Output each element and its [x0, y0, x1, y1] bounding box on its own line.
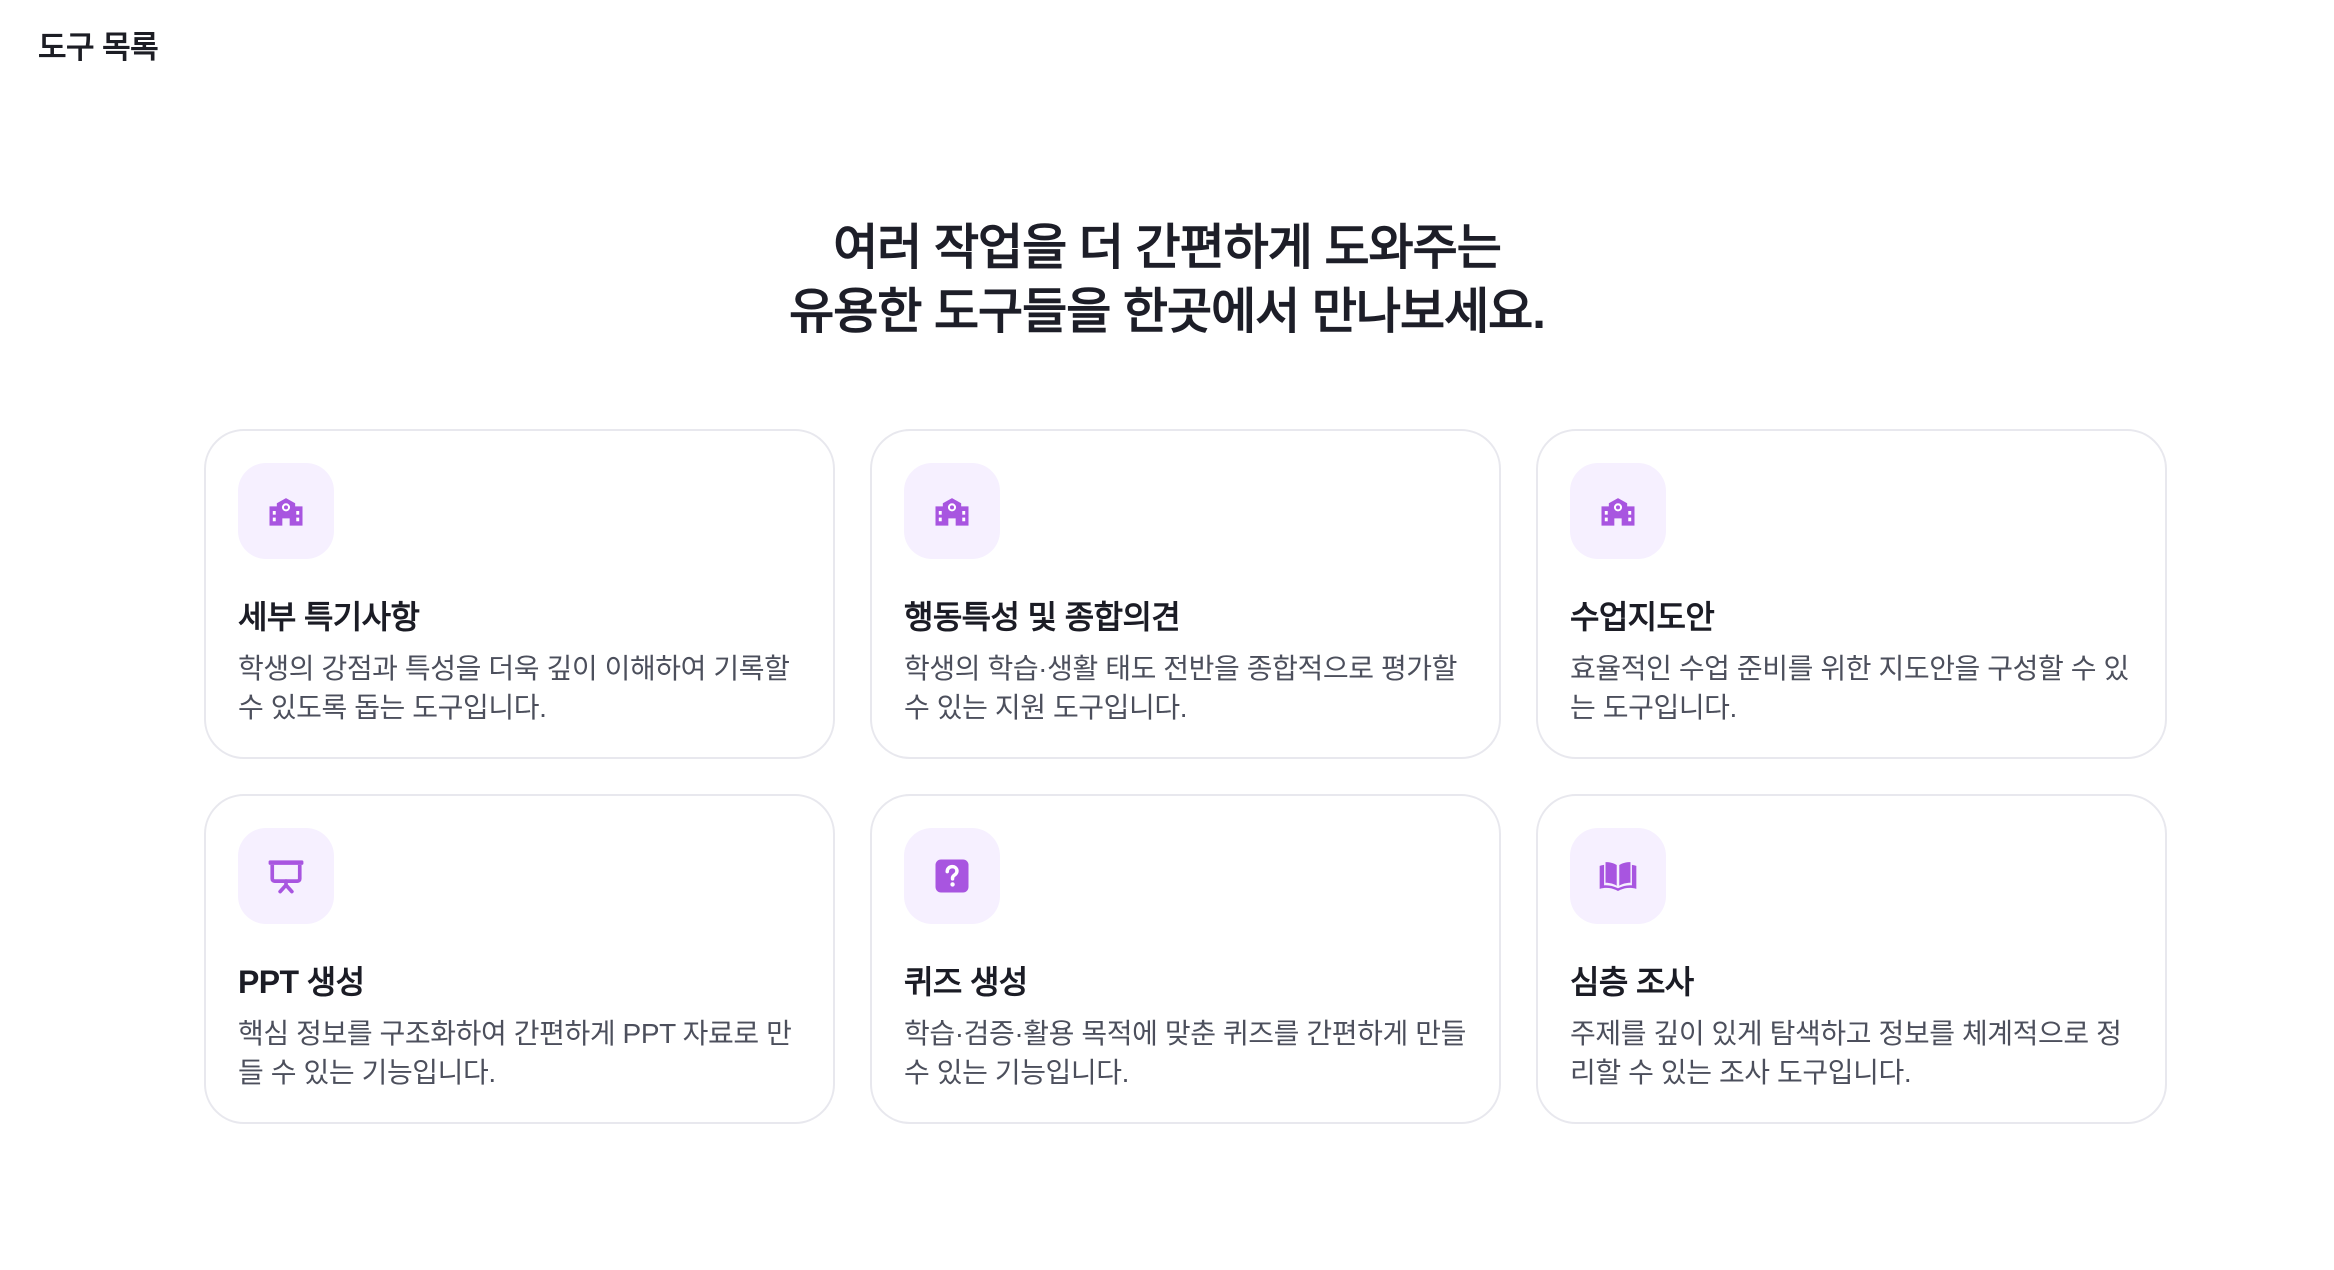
school-icon	[935, 498, 969, 526]
hero-line-1: 여러 작업을 더 간편하게 도와주는	[833, 221, 1502, 275]
card-title: 세부 특기사항	[238, 599, 420, 635]
icon-container	[238, 463, 334, 559]
tool-card-deep-research[interactable]: 심층 조사 주제를 깊이 있게 탐색하고 정보를 체계적으로 정리할 수 있는 …	[1536, 794, 2167, 1124]
card-description: 학습·검증·활용 목적에 맞춘 퀴즈를 간편하게 만들 수 있는 기능입니다.	[904, 1018, 1466, 1088]
hero-line-2: 유용한 도구들을 한곳에서 만나보세요.	[789, 285, 1546, 339]
icon-container	[238, 828, 334, 924]
icon-container	[1570, 463, 1666, 559]
card-description: 핵심 정보를 구조화하여 간편하게 PPT 자료로 만들 수 있는 기능입니다.	[238, 1018, 792, 1088]
tool-grid: 세부 특기사항 학생의 강점과 특성을 더욱 깊이 이해하여 기록할 수 있도록…	[204, 429, 2170, 1124]
hero-heading: 여러 작업을 더 간편하게 도와주는 유용한 도구들을 한곳에서 만나보세요.	[0, 216, 2334, 344]
school-icon	[269, 498, 303, 526]
card-title: 수업지도안	[1570, 599, 1715, 635]
quiz-icon	[935, 859, 969, 893]
card-description: 주제를 깊이 있게 탐색하고 정보를 체계적으로 정리할 수 있는 조사 도구입…	[1570, 1018, 2122, 1088]
icon-container	[1570, 828, 1666, 924]
tool-card-behavior-opinion[interactable]: 행동특성 및 종합의견 학생의 학습·생활 태도 전반을 종합적으로 평가할 수…	[870, 429, 1501, 759]
page-title: 도구 목록	[38, 30, 159, 65]
card-title: PPT 생성	[238, 964, 365, 1000]
card-title: 심층 조사	[1570, 964, 1694, 1000]
tool-card-ppt[interactable]: PPT 생성 핵심 정보를 구조화하여 간편하게 PPT 자료로 만들 수 있는…	[204, 794, 835, 1124]
card-description: 학생의 학습·생활 태도 전반을 종합적으로 평가할 수 있는 지원 도구입니다…	[904, 653, 1458, 723]
icon-container	[904, 828, 1000, 924]
card-title: 퀴즈 생성	[904, 964, 1028, 1000]
book-icon	[1599, 862, 1637, 892]
tool-card-quiz[interactable]: 퀴즈 생성 학습·검증·활용 목적에 맞춘 퀴즈를 간편하게 만들 수 있는 기…	[870, 794, 1501, 1124]
card-title: 행동특성 및 종합의견	[904, 599, 1181, 635]
tool-card-special-notes[interactable]: 세부 특기사항 학생의 강점과 특성을 더욱 깊이 이해하여 기록할 수 있도록…	[204, 429, 835, 759]
card-description: 학생의 강점과 특성을 더욱 깊이 이해하여 기록할 수 있도록 돕는 도구입니…	[238, 653, 790, 723]
school-icon	[1601, 498, 1635, 526]
icon-container	[904, 463, 1000, 559]
tool-card-lesson-plan[interactable]: 수업지도안 효율적인 수업 준비를 위한 지도안을 구성할 수 있는 도구입니다…	[1536, 429, 2167, 759]
presentation-icon	[268, 860, 304, 894]
card-description: 효율적인 수업 준비를 위한 지도안을 구성할 수 있는 도구입니다.	[1570, 653, 2129, 723]
